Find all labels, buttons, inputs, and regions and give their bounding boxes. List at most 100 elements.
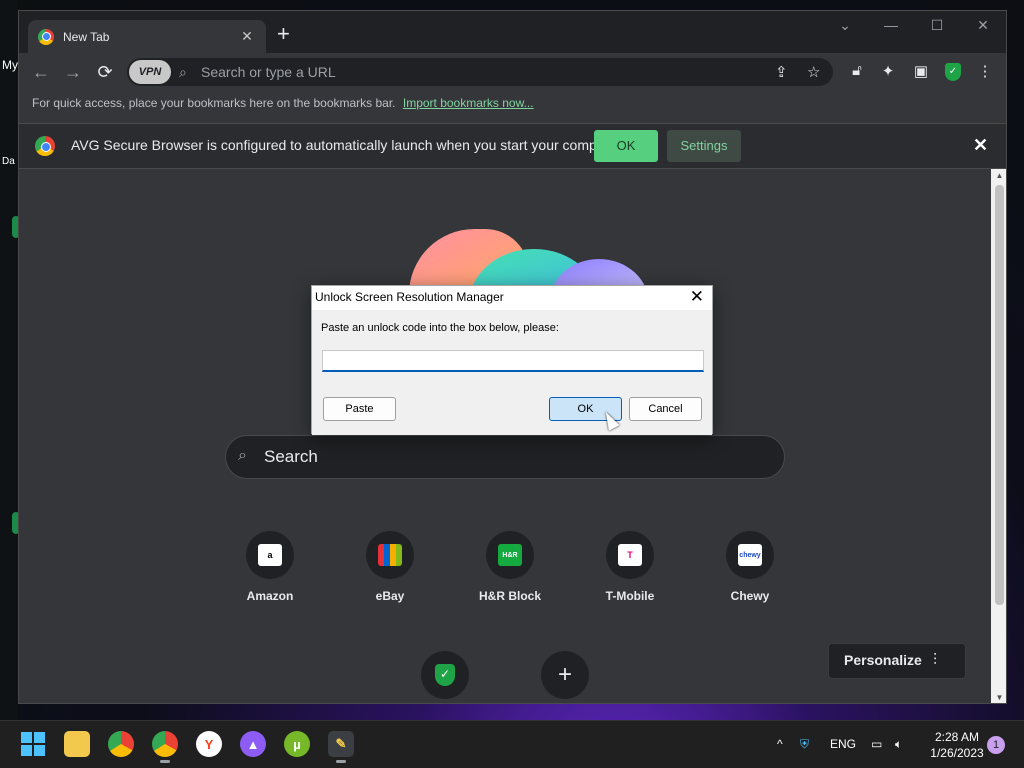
unlock-code-input[interactable] — [322, 350, 704, 372]
ebay-logo-icon — [378, 544, 402, 566]
security-shield-icon[interactable]: ✓ — [945, 63, 961, 81]
personalize-button[interactable]: Personalize ⫶ — [828, 643, 966, 679]
dialog-message: Paste an unlock code into the box below,… — [321, 322, 559, 334]
bookmark-star-icon[interactable]: ☆ — [807, 63, 820, 81]
back-button[interactable]: ← — [30, 61, 52, 83]
reload-button[interactable]: ⟳ — [94, 61, 116, 83]
yandex-icon[interactable]: Y — [196, 731, 222, 757]
shortcut-label: Chewy — [730, 589, 770, 603]
maximize-button[interactable]: ☐ — [914, 17, 960, 34]
bookmarks-bar: For quick access, place your bookmarks h… — [19, 91, 1006, 117]
address-input[interactable]: Search or type a URL — [201, 64, 336, 80]
resolution-manager-icon[interactable]: ✎ — [328, 731, 354, 763]
forward-button[interactable]: → — [62, 61, 84, 83]
personalize-label: Personalize — [844, 652, 922, 668]
tab-new-tab[interactable]: New Tab ✕ — [28, 20, 266, 53]
dialog-close-icon[interactable]: ✕ — [690, 287, 704, 307]
shortcut-icon-circle — [366, 531, 414, 579]
chewy-logo-icon: chewy — [738, 544, 762, 566]
shortcut-amazon[interactable]: a Amazon — [220, 531, 320, 603]
shortcut-label: eBay — [375, 589, 405, 603]
privacy-lock-icon[interactable]: 🔓︎ — [846, 62, 868, 79]
shield-check-icon: ✓ — [435, 664, 455, 686]
tab-close-icon[interactable]: ✕ — [238, 28, 256, 45]
search-box[interactable]: ⌕ Search — [225, 435, 785, 479]
security-shortcut[interactable]: ✓ — [421, 651, 469, 699]
bookmarks-hint: For quick access, place your bookmarks h… — [32, 96, 396, 110]
language-indicator[interactable]: ENG — [830, 737, 856, 751]
chrome-icon[interactable] — [108, 731, 134, 757]
address-bar[interactable]: VPN ⌕ Search or type a URL ⇪ ☆ — [127, 58, 833, 86]
scroll-up-icon[interactable]: ▲ — [991, 169, 1006, 183]
paste-button[interactable]: Paste — [323, 397, 396, 421]
amazon-logo-icon: a — [258, 544, 282, 566]
clock-date: 1/26/2023 — [930, 746, 984, 760]
taskbar-clock[interactable]: 2:28 AM 1/26/2023 — [924, 729, 990, 761]
dialog-title: Unlock Screen Resolution Manager — [315, 290, 504, 304]
utorrent-icon[interactable]: µ — [284, 731, 310, 757]
shortcut-label: H&R Block — [478, 589, 541, 603]
search-placeholder: Search — [264, 447, 318, 466]
shortcut-tiles: a Amazon eBay H&R H&R Block T T-Mobile c… — [220, 531, 780, 621]
search-icon: ⌕ — [179, 64, 187, 80]
t-mobile-logo-icon: T — [618, 544, 642, 566]
search-icon: ⌕ — [238, 447, 247, 464]
avg-browser-taskbar-icon[interactable] — [152, 731, 178, 763]
cancel-button[interactable]: Cancel — [629, 397, 702, 421]
shortcut-t-mobile[interactable]: T T-Mobile — [580, 531, 680, 603]
file-explorer-icon[interactable] — [64, 731, 90, 757]
autostart-infobar: AVG Secure Browser is configured to auto… — [19, 123, 1006, 169]
infobar-ok-button[interactable]: OK — [594, 130, 658, 162]
taskbar: Y ▲ µ ✎ ^ ⛨ ENG ▭ 🔈︎ 2:28 AM 1/26/2023 1 — [0, 720, 1024, 768]
scroll-thumb[interactable] — [995, 185, 1004, 605]
shortcut-hr-block[interactable]: H&R H&R Block — [460, 531, 560, 603]
alice-icon[interactable]: ▲ — [240, 731, 266, 757]
window-close-button[interactable]: ✕ — [960, 17, 1006, 34]
menu-icon[interactable]: ⋮ — [974, 62, 996, 80]
shortcut-icon-circle: T — [606, 531, 654, 579]
notification-badge[interactable]: 1 — [987, 736, 1005, 754]
share-icon[interactable]: ⇪ — [775, 63, 788, 81]
avg-browser-logo-icon — [35, 136, 55, 156]
shortcut-ebay[interactable]: eBay — [340, 531, 440, 603]
tab-strip: New Tab ✕ + ⌄ — ☐ ✕ — [19, 11, 1006, 53]
desktop-icon-label[interactable]: My — [2, 58, 18, 72]
shortcut-icon-circle: a — [246, 531, 294, 579]
page-scrollbar[interactable]: ▲ ▼ — [991, 169, 1006, 703]
desktop-background — [0, 0, 18, 720]
tray-chevron-icon[interactable]: ^ — [777, 737, 783, 751]
unlock-dialog: Unlock Screen Resolution Manager ✕ Paste… — [311, 285, 713, 435]
defender-icon[interactable]: ⛨ — [800, 737, 809, 752]
infobar-close-icon[interactable]: ✕ — [973, 135, 988, 156]
plus-icon: + — [557, 661, 572, 688]
shortcut-label: T-Mobile — [605, 589, 655, 603]
browser-logo-icon — [38, 28, 54, 45]
infobar-settings-button[interactable]: Settings — [667, 130, 741, 162]
extensions-icon[interactable]: ✦ — [877, 62, 899, 80]
hr-block-logo-icon: H&R — [498, 544, 522, 566]
network-icon[interactable]: ▭ — [871, 737, 882, 751]
toolbar: ← → ⟳ VPN ⌕ Search or type a URL ⇪ ☆ 🔓︎ … — [19, 53, 1006, 91]
new-tab-button[interactable]: + — [277, 23, 290, 45]
sliders-icon: ⫶ — [933, 652, 938, 669]
add-shortcut-button[interactable]: + — [541, 651, 589, 699]
minimize-button[interactable]: — — [868, 17, 914, 33]
volume-icon[interactable]: 🔈︎ — [895, 737, 902, 752]
scroll-down-icon[interactable]: ▼ — [991, 691, 1006, 703]
shortcut-icon-circle: H&R — [486, 531, 534, 579]
shortcut-chewy[interactable]: chewy Chewy — [700, 531, 800, 603]
clock-time: 2:28 AM — [934, 730, 980, 744]
tab-title: New Tab — [63, 29, 110, 44]
vpn-button[interactable]: VPN — [129, 60, 171, 84]
new-tab-page: ⌕ Search a Amazon eBay H&R H&R Block T T… — [19, 169, 991, 703]
side-panel-icon[interactable]: ▣ — [910, 62, 932, 80]
desktop-icon-label[interactable]: Da — [2, 156, 15, 167]
dialog-titlebar[interactable]: Unlock Screen Resolution Manager ✕ — [312, 286, 712, 310]
shortcut-label: Amazon — [246, 589, 294, 603]
start-button[interactable] — [20, 731, 46, 757]
import-bookmarks-link[interactable]: Import bookmarks now... — [403, 96, 534, 110]
shortcut-icon-circle: chewy — [726, 531, 774, 579]
tab-search-icon[interactable]: ⌄ — [822, 17, 868, 34]
dialog-body: Paste an unlock code into the box below,… — [312, 310, 712, 435]
windows-logo-icon — [21, 732, 45, 756]
